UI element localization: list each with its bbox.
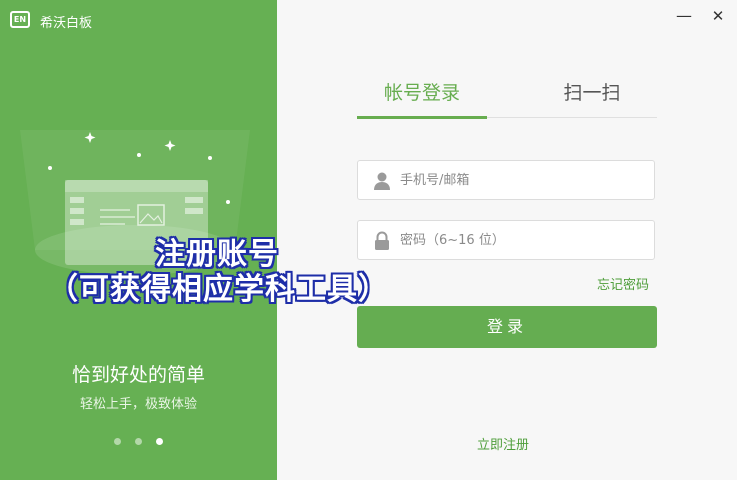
password-input[interactable] (400, 221, 640, 259)
tab-account-login[interactable]: 帐号登录 (357, 78, 487, 105)
carousel-dot[interactable] (135, 438, 142, 445)
password-field[interactable] (357, 220, 655, 260)
app-logo: EN (10, 11, 30, 28)
register-link[interactable]: 立即注册 (477, 434, 529, 453)
login-panel: — ✕ 帐号登录 扫一扫 忘记密码 登录 立即注册 (277, 0, 737, 480)
user-icon (374, 172, 390, 190)
login-button[interactable]: 登录 (357, 306, 657, 348)
phone-email-input[interactable] (400, 161, 640, 199)
login-tabs: 帐号登录 扫一扫 (357, 72, 657, 119)
subslogan: 轻松上手，极致体验 (79, 397, 197, 412)
overlay-caption-line2: （可获得相应学科工具） (48, 272, 389, 307)
close-button[interactable]: ✕ (708, 6, 728, 26)
lock-icon (375, 231, 389, 250)
app-title: 希沃白板 (40, 16, 93, 31)
carousel-dot-active[interactable] (156, 438, 163, 445)
phone-email-field[interactable] (357, 160, 655, 200)
minimize-button[interactable]: — (674, 6, 694, 26)
slogan: 恰到好处的简单 (71, 364, 205, 386)
forgot-password-link[interactable]: 忘记密码 (597, 274, 649, 293)
tab-scan[interactable]: 扫一扫 (527, 78, 657, 105)
carousel-indicator (0, 438, 277, 445)
carousel-dot[interactable] (114, 438, 121, 445)
active-tab-underline (357, 116, 487, 119)
